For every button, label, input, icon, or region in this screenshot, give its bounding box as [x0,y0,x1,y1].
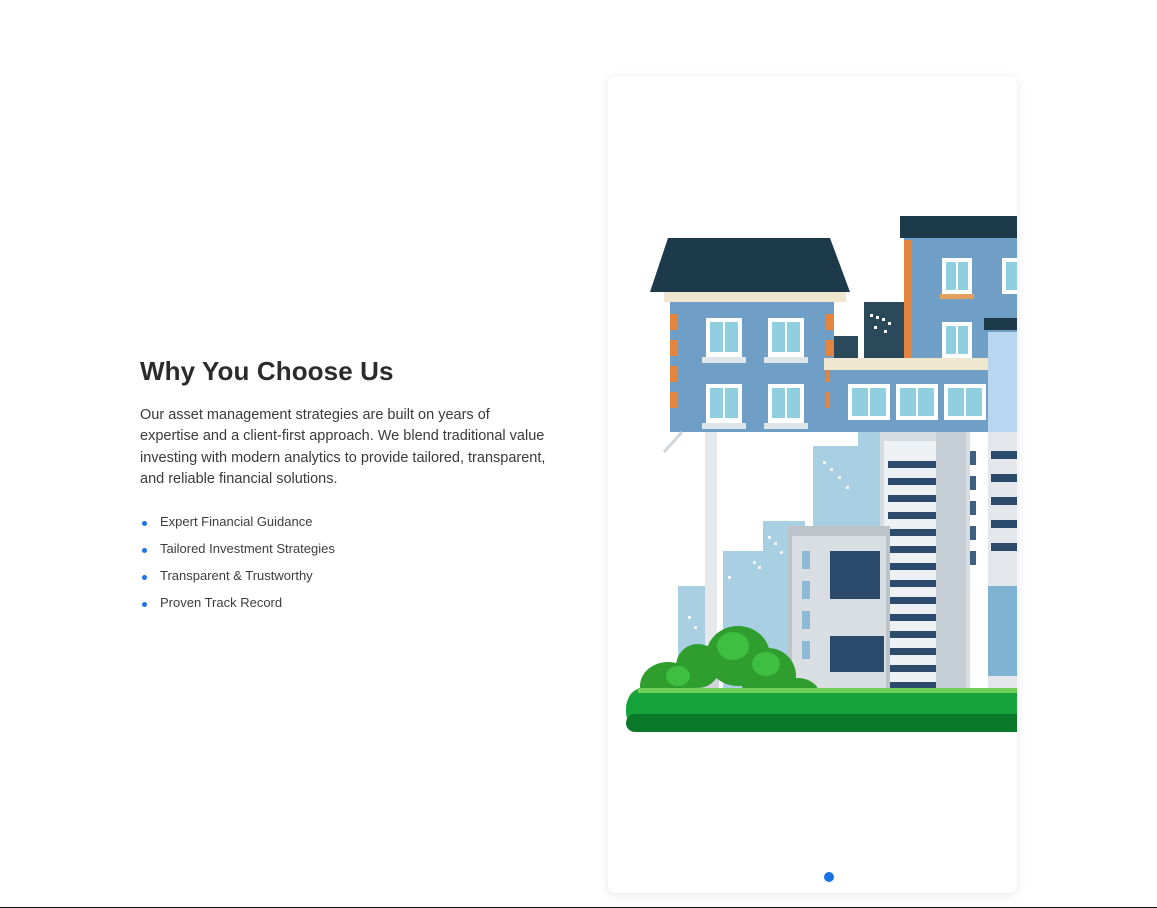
feature-label: Expert Financial Guidance [160,514,313,530]
feature-item: Proven Track Record [140,589,550,616]
section-paragraph: Our asset management strategies are buil… [140,407,546,487]
feature-label: Transparent & Trustworthy [160,568,313,584]
section-heading: Why You Choose Us [140,356,394,386]
feature-list: Expert Financial Guidance Tailored Inves… [140,508,550,616]
feature-label: Proven Track Record [160,595,283,611]
feature-item: Tailored Investment Strategies [140,535,550,562]
feature-item: Transparent & Trustworthy [140,562,550,589]
city-buildings-illustration [626,216,1017,732]
feature-item: Expert Financial Guidance [140,508,550,535]
bullet-icon [142,547,147,553]
bullet-icon [142,520,147,526]
bullet-icon [142,601,147,607]
page: Why You Choose Us Our asset management s… [0,0,1157,908]
carousel-dot-active[interactable] [823,872,834,882]
carousel-pagination [608,872,1017,882]
image-carousel [608,76,1017,893]
bullet-icon [142,574,147,580]
feature-label: Tailored Investment Strategies [160,541,335,557]
why-choose-us-section: Why You Choose Us Our asset management s… [140,356,550,616]
